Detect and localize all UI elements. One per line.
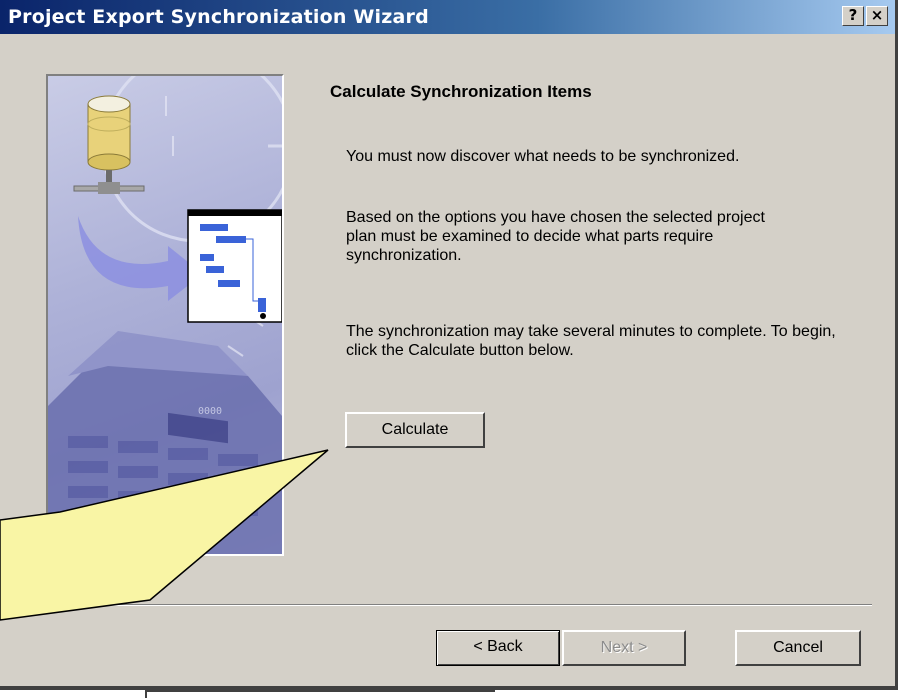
cancel-button[interactable]: Cancel: [735, 630, 861, 666]
options-text: Based on the options you have chosen the…: [346, 209, 765, 264]
close-button[interactable]: ×: [866, 6, 888, 26]
wizard-illustration: 0000: [46, 74, 284, 556]
window-title: Project Export Synchronization Wizard: [8, 6, 429, 28]
duration-text: The synchronization may take several min…: [346, 323, 836, 359]
background-field: [145, 690, 495, 698]
arrow-icon: [78, 216, 203, 301]
next-button: Next >: [562, 630, 686, 666]
page-heading: Calculate Synchronization Items: [330, 82, 592, 101]
help-button[interactable]: ?: [842, 6, 864, 26]
back-button[interactable]: < Back: [436, 630, 560, 666]
calculator-icon: 0000: [48, 331, 282, 554]
calculator-display: 0000: [198, 406, 222, 417]
gantt-chart-icon: [187, 209, 282, 323]
database-icon: [73, 95, 145, 194]
intro-text: You must now discover what needs to be s…: [346, 148, 740, 165]
footer-divider: [30, 604, 872, 606]
calculate-button[interactable]: Calculate: [345, 412, 485, 448]
title-bar[interactable]: Project Export Synchronization Wizard ? …: [0, 0, 895, 34]
illustration-art: 0000: [48, 76, 282, 554]
wizard-dialog: Project Export Synchronization Wizard ? …: [0, 0, 898, 690]
